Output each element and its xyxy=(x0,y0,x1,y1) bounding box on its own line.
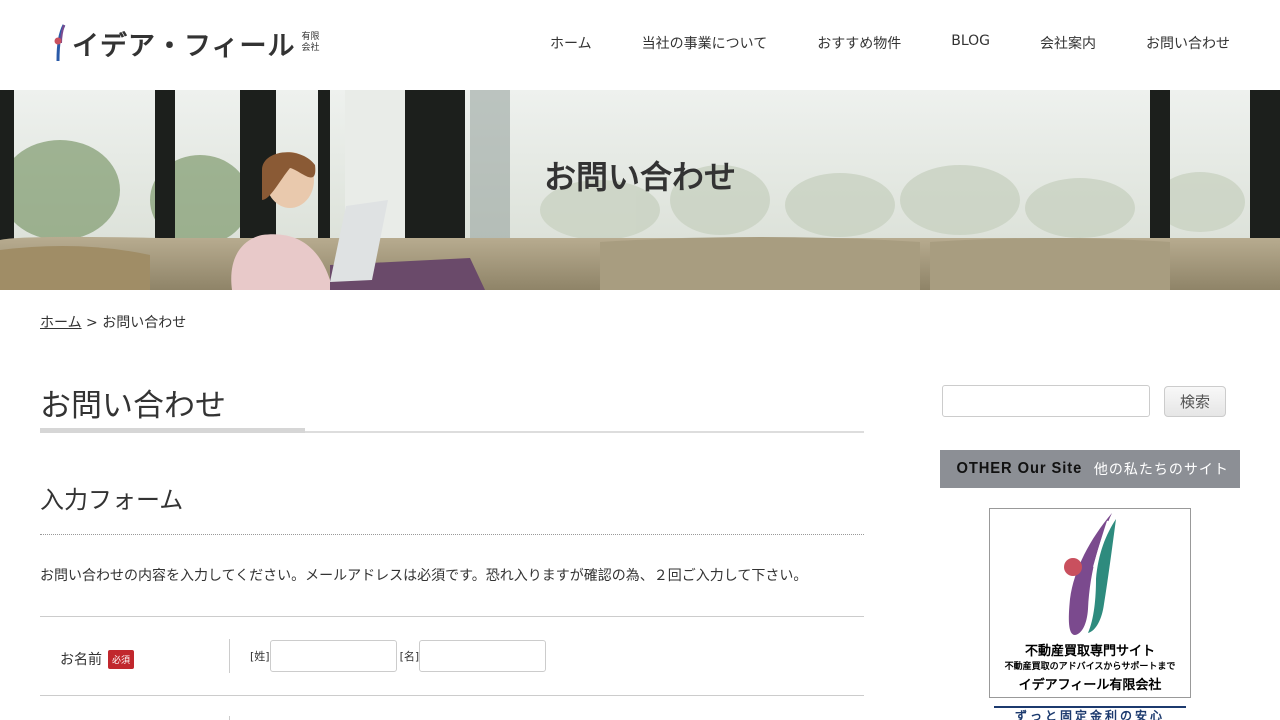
nav-contact[interactable]: お問い合わせ xyxy=(1146,33,1230,53)
form-row-name: お名前 必須 [姓] [名] xyxy=(40,616,864,696)
site-header: イデア・フィール 有限 会社 ホーム 当社の事業について おすすめ物件 BLOG… xyxy=(0,0,1280,90)
name-label-text: お名前 xyxy=(60,652,102,668)
last-name-input[interactable] xyxy=(269,640,397,672)
main-nav: ホーム 当社の事業について おすすめ物件 BLOG 会社案内 お問い合わせ xyxy=(500,33,1230,53)
breadcrumb-separator: > xyxy=(81,315,103,331)
breadcrumb: ホーム > お問い合わせ xyxy=(40,312,186,332)
first-name-label: [名] xyxy=(399,650,420,663)
page-title-underline-accent xyxy=(40,428,305,433)
banner-line-2: 不動産買取のアドバイスからサポートまで xyxy=(1004,662,1176,672)
logo[interactable]: イデア・フィール 有限 会社 xyxy=(50,22,319,64)
breadcrumb-current: お問い合わせ xyxy=(102,315,187,331)
banner-logo-mark-icon xyxy=(1064,513,1116,635)
other-sites-title-jp: 他の私たちのサイト xyxy=(1093,462,1229,478)
form-column-divider xyxy=(229,639,230,673)
purchase-site-banner[interactable]: 不動産買取専門サイト 不動産買取のアドバイスからサポートまで イデアフィール有限… xyxy=(989,508,1191,698)
main-content: お問い合わせ 入力フォーム お問い合わせの内容を入力してください。メールアドレス… xyxy=(40,380,864,720)
hero-banner: お問い合わせ xyxy=(0,90,1280,290)
form-column-divider-2 xyxy=(229,716,230,720)
breadcrumb-home-link[interactable]: ホーム xyxy=(40,315,82,331)
form-intro-text: お問い合わせの内容を入力してください。メールアドレスは必須です。恐れ入りますが確… xyxy=(40,568,808,584)
nav-home[interactable]: ホーム xyxy=(550,33,592,53)
first-name-input[interactable] xyxy=(419,640,547,672)
nav-business[interactable]: 当社の事業について xyxy=(642,33,768,53)
other-sites-title-en: OTHER Our Site xyxy=(956,460,1083,477)
search-input[interactable] xyxy=(942,385,1150,417)
name-fields: [姓] [名] xyxy=(250,640,549,672)
fixed-rate-banner[interactable]: ずっと固定金利の安心 xyxy=(994,706,1186,720)
logo-sub-2: 会社 xyxy=(301,43,320,53)
name-label: お名前 必須 xyxy=(60,649,135,669)
nav-blog[interactable]: BLOG xyxy=(951,33,990,53)
page-title: お問い合わせ xyxy=(40,380,864,433)
section-title: 入力フォーム xyxy=(40,480,864,535)
fixed-rate-banner-text: ずっと固定金利の安心 xyxy=(1014,709,1165,720)
logo-sub-1: 有限 xyxy=(301,32,320,42)
logo-company-type: 有限 会社 xyxy=(301,32,319,54)
search-button[interactable]: 検索 xyxy=(1164,386,1226,417)
hero-title: お問い合わせ xyxy=(543,158,736,196)
banner-line-3: イデアフィール有限会社 xyxy=(1018,678,1162,693)
page-title-text: お問い合わせ xyxy=(40,388,226,424)
required-badge: 必須 xyxy=(108,649,135,669)
last-name-label: [姓] xyxy=(250,650,270,663)
form-row-next xyxy=(40,695,864,720)
nav-company[interactable]: 会社案内 xyxy=(1040,33,1096,53)
banner-line-1: 不動産買取専門サイト xyxy=(1024,644,1155,659)
other-sites-header: OTHER Our Site 他の私たちのサイト xyxy=(940,450,1240,488)
nav-recommended-properties[interactable]: おすすめ物件 xyxy=(817,33,901,53)
logo-mark-icon xyxy=(54,24,66,62)
logo-text: イデア・フィール xyxy=(72,30,296,62)
